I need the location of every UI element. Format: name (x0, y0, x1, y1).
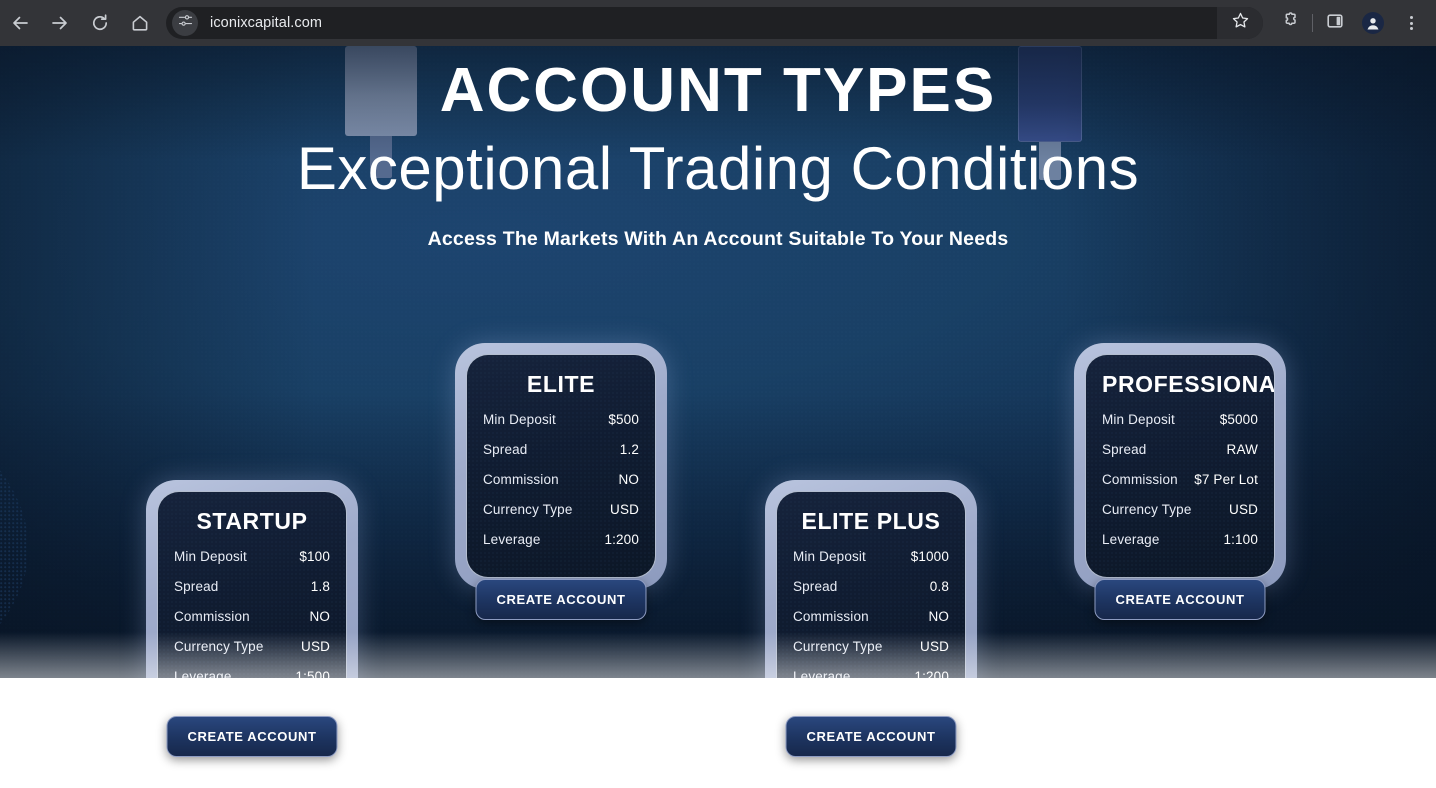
spec-row-min-deposit: Min Deposit $1000 (793, 549, 949, 564)
spec-row-spread: Spread RAW (1102, 442, 1258, 457)
card-frame: ELITE Min Deposit $500 Spread 1.2 Commis… (455, 343, 667, 589)
card-body: ELITE Min Deposit $500 Spread 1.2 Commis… (466, 354, 656, 578)
spec-row-commission: Commission $7 Per Lot (1102, 472, 1258, 487)
spec-row-commission: Commission NO (174, 609, 330, 624)
tune-sliders-icon (178, 13, 193, 33)
spec-value: 1.8 (310, 579, 330, 594)
browser-toolbar: iconixcapital.com (0, 0, 1436, 46)
spec-row-min-deposit: Min Deposit $100 (174, 549, 330, 564)
toolbar-actions (1271, 0, 1436, 46)
spec-value: USD (920, 639, 949, 654)
profile-avatar-icon (1362, 12, 1384, 34)
card-spec-list: Min Deposit $1000 Spread 0.8 Commission … (793, 549, 949, 684)
spec-label: Currency Type (483, 502, 573, 517)
bookmark-button[interactable] (1217, 7, 1263, 39)
spec-row-currency-type: Currency Type USD (793, 639, 949, 654)
spec-label: Currency Type (174, 639, 264, 654)
spec-value: $1000 (910, 549, 949, 564)
spec-value: 1:200 (604, 532, 639, 547)
reload-icon (90, 13, 110, 33)
card-spec-list: Min Deposit $100 Spread 1.8 Commission N… (174, 549, 330, 684)
spec-label: Min Deposit (483, 412, 556, 427)
spec-value: NO (928, 609, 949, 624)
spec-row-spread: Spread 1.8 (174, 579, 330, 594)
spec-value: $5000 (1219, 412, 1258, 427)
spec-value: NO (618, 472, 639, 487)
spec-value: USD (610, 502, 639, 517)
spec-label: Spread (793, 579, 838, 594)
create-account-button-elite-plus[interactable]: CREATE ACCOUNT (785, 716, 957, 757)
spec-label: Commission (174, 609, 250, 624)
card-title: ELITE (526, 371, 596, 397)
card-spec-list: Min Deposit $5000 Spread RAW Commission … (1102, 412, 1258, 547)
page-viewport: ACCOUNT TYPES Exceptional Trading Condit… (0, 46, 1436, 788)
card-title: STARTUP (196, 508, 308, 534)
side-panel-icon (1325, 11, 1345, 36)
spec-label: Commission (1102, 472, 1178, 487)
spec-value: RAW (1226, 442, 1258, 457)
back-arrow-icon (10, 13, 30, 33)
spec-value: USD (1229, 502, 1258, 517)
reload-button[interactable] (80, 0, 120, 46)
create-account-button-professional[interactable]: CREATE ACCOUNT (1094, 579, 1266, 620)
home-button[interactable] (120, 0, 160, 46)
spec-label: Commission (483, 472, 559, 487)
card-title: ELITE PLUS (801, 508, 941, 534)
spec-label: Min Deposit (174, 549, 247, 564)
spec-row-spread: Spread 0.8 (793, 579, 949, 594)
extensions-button[interactable] (1271, 0, 1309, 46)
extensions-puzzle-icon (1280, 11, 1300, 36)
spec-row-currency-type: Currency Type USD (1102, 502, 1258, 517)
spec-label: Spread (483, 442, 528, 457)
home-icon (130, 13, 150, 33)
spec-value: 0.8 (929, 579, 949, 594)
site-settings-button[interactable] (172, 10, 198, 36)
spec-label: Leverage (483, 532, 541, 547)
spec-label: Commission (793, 609, 869, 624)
toolbar-divider (1312, 14, 1313, 32)
spec-value: $100 (299, 549, 330, 564)
spec-value: $500 (608, 412, 639, 427)
forward-arrow-icon (50, 13, 70, 33)
spec-label: Leverage (1102, 532, 1160, 547)
spec-label: Spread (174, 579, 219, 594)
spec-label: Min Deposit (793, 549, 866, 564)
account-types-card-row: STARTUP Min Deposit $100 Spread 1.8 Comm… (0, 46, 1436, 788)
card-title: PROFESSIONAL (1102, 371, 1275, 397)
spec-label: Currency Type (793, 639, 883, 654)
spec-row-min-deposit: Min Deposit $500 (483, 412, 639, 427)
spec-value: 1:100 (1223, 532, 1258, 547)
address-bar[interactable]: iconixcapital.com (166, 7, 1263, 39)
forward-button[interactable] (40, 0, 80, 46)
spec-row-leverage: Leverage 1:100 (1102, 532, 1258, 547)
create-account-button-startup[interactable]: CREATE ACCOUNT (166, 716, 338, 757)
url-text: iconixcapital.com (210, 15, 323, 31)
spec-value: NO (309, 609, 330, 624)
account-card-professional[interactable]: PROFESSIONAL Min Deposit $5000 Spread RA… (1074, 343, 1286, 620)
spec-row-commission: Commission NO (793, 609, 949, 624)
spec-label: Min Deposit (1102, 412, 1175, 427)
chrome-menu-button[interactable] (1392, 0, 1430, 46)
spec-row-currency-type: Currency Type USD (174, 639, 330, 654)
side-panel-button[interactable] (1316, 0, 1354, 46)
spec-row-currency-type: Currency Type USD (483, 502, 639, 517)
spec-label: Spread (1102, 442, 1147, 457)
three-dot-menu-icon (1409, 16, 1413, 30)
back-button[interactable] (0, 0, 40, 46)
profile-button[interactable] (1354, 0, 1392, 46)
star-icon (1231, 11, 1250, 35)
card-frame: PROFESSIONAL Min Deposit $5000 Spread RA… (1074, 343, 1286, 589)
spec-row-leverage: Leverage 1:200 (483, 532, 639, 547)
spec-value: USD (301, 639, 330, 654)
spec-label: Currency Type (1102, 502, 1192, 517)
card-spec-list: Min Deposit $500 Spread 1.2 Commission N… (483, 412, 639, 547)
create-account-button-elite[interactable]: CREATE ACCOUNT (475, 579, 647, 620)
card-body: PROFESSIONAL Min Deposit $5000 Spread RA… (1085, 354, 1275, 578)
spec-value: $7 Per Lot (1194, 472, 1258, 487)
spec-row-commission: Commission NO (483, 472, 639, 487)
spec-row-spread: Spread 1.2 (483, 442, 639, 457)
spec-row-min-deposit: Min Deposit $5000 (1102, 412, 1258, 427)
account-card-elite[interactable]: ELITE Min Deposit $500 Spread 1.2 Commis… (455, 343, 667, 620)
spec-value: 1.2 (619, 442, 639, 457)
